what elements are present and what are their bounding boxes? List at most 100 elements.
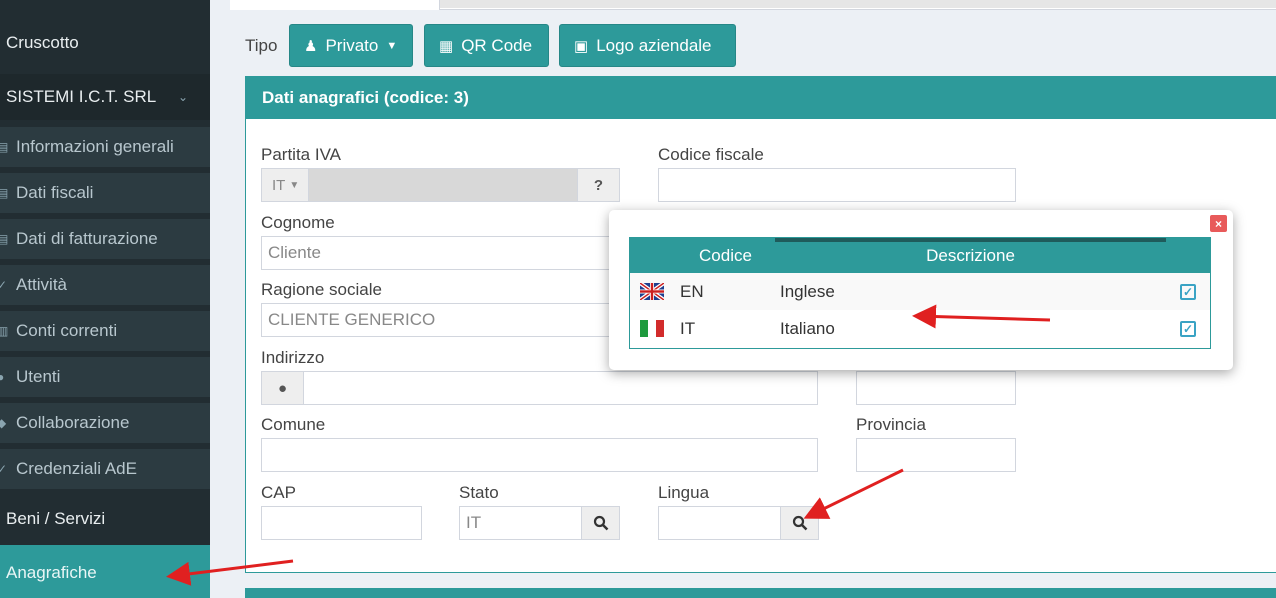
privato-dropdown-button[interactable]: ♟ Privato ▼ <box>289 24 413 67</box>
table-row[interactable]: IT Italiano ✓ <box>630 310 1210 347</box>
civico-input[interactable] <box>856 371 1016 405</box>
sidebar-item-users[interactable]: ● Utenti <box>0 357 210 397</box>
sidebar-item-registry[interactable]: Anagrafiche <box>0 545 210 598</box>
provincia-label: Provincia <box>856 415 926 434</box>
sidebar-item-dashboard[interactable]: Cruscotto <box>0 20 210 66</box>
lingua-search-button[interactable] <box>780 506 819 540</box>
help-button[interactable]: ? <box>577 168 620 202</box>
provincia-input[interactable] <box>856 438 1016 472</box>
qrcode-button-label: QR Code <box>461 35 533 55</box>
sidebar-item-collaboration[interactable]: ◆ Collaborazione <box>0 403 210 443</box>
help-icon: ? <box>593 176 604 194</box>
uk-flag-icon <box>640 273 664 310</box>
tab-bar <box>230 0 1276 10</box>
lingua-label: Lingua <box>658 483 710 502</box>
share-icon: ◆ <box>0 416 7 430</box>
sidebar-item-label: Credenziali AdE <box>16 459 137 478</box>
sidebar-item-label: Dati fiscali <box>16 183 94 202</box>
sidebar: Cruscotto SISTEMI I.C.T. SRL ⌄ ▤ Informaz… <box>0 0 210 598</box>
key-icon: ✓ <box>0 462 8 476</box>
language-table: Codice Descrizione EN Inglese ✓ IT Itali… <box>629 237 1211 349</box>
privato-button-label: Privato <box>325 35 379 55</box>
row-codice: EN <box>680 281 704 301</box>
comune-label: Comune <box>261 415 326 434</box>
sidebar-item-bank-accounts[interactable]: ▥ Conti correnti <box>0 311 210 351</box>
caret-down-icon: ▼ <box>289 179 300 191</box>
logo-button[interactable]: ▣ Logo aziendale <box>559 24 736 67</box>
sidebar-item-billing-data[interactable]: ▤ Dati di fatturazione <box>0 219 210 259</box>
bank-icon: ▥ <box>0 324 9 338</box>
sidebar-item-company[interactable]: SISTEMI I.C.T. SRL ⌄ <box>0 74 210 120</box>
stato-label: Stato <box>459 483 499 502</box>
sidebar-item-label: Beni / Servizi <box>6 509 106 528</box>
sidebar-item-label: Conti correnti <box>16 321 118 340</box>
table-header: Codice Descrizione <box>630 238 1210 273</box>
sidebar-item-label: Anagrafiche <box>6 563 97 582</box>
file-icon: ▤ <box>0 186 9 200</box>
qrcode-icon: ▦ <box>439 37 454 55</box>
stato-search-button[interactable] <box>581 506 620 540</box>
row-codice: IT <box>680 318 696 338</box>
file-icon: ▤ <box>0 232 9 246</box>
panel-title: Dati anagrafici (codice: 3) <box>246 77 1276 119</box>
sidebar-item-label: Dati di fatturazione <box>16 229 158 248</box>
chevron-down-icon: ⌄ <box>178 90 189 104</box>
file-icon: ▤ <box>0 140 9 154</box>
sidebar-item-label: Attività <box>16 275 68 294</box>
select-check-icon[interactable]: ✓ <box>1180 310 1196 347</box>
partita-iva-input[interactable] <box>308 168 578 202</box>
sidebar-item-label: Cruscotto <box>6 33 79 52</box>
column-header-descrizione[interactable]: Descrizione <box>775 238 1166 273</box>
lingua-input[interactable] <box>658 506 781 540</box>
sidebar-item-activities[interactable]: ✓ Attività <box>0 265 210 305</box>
map-marker-icon: ● <box>261 371 304 405</box>
cognome-label: Cognome <box>261 213 335 232</box>
country-prefix-value: IT <box>272 176 286 194</box>
close-icon[interactable]: × <box>1210 215 1227 232</box>
ragione-sociale-value: CLIENTE GENERICO <box>268 310 436 329</box>
image-icon: ▣ <box>574 37 589 55</box>
cap-input[interactable] <box>261 506 422 540</box>
sidebar-item-label: SISTEMI I.C.T. SRL <box>6 87 157 106</box>
row-descrizione: Italiano <box>780 318 835 338</box>
stato-input[interactable]: IT <box>459 506 582 540</box>
italy-flag-icon <box>640 310 664 347</box>
table-row[interactable]: EN Inglese ✓ <box>630 273 1210 310</box>
codice-fiscale-input[interactable] <box>658 168 1016 202</box>
indirizzo-label: Indirizzo <box>261 348 325 367</box>
ragione-sociale-input[interactable]: CLIENTE GENERICO <box>261 303 621 337</box>
check-icon: ✓ <box>0 278 8 292</box>
country-prefix-select[interactable]: IT ▼ <box>261 168 309 202</box>
search-icon <box>792 515 807 531</box>
sidebar-item-label: Collaborazione <box>16 413 130 432</box>
indirizzo-input[interactable] <box>303 371 818 405</box>
logo-button-label: Logo aziendale <box>596 35 712 55</box>
stato-value: IT <box>466 513 482 532</box>
next-panel-header <box>245 588 1276 598</box>
select-check-icon[interactable]: ✓ <box>1180 273 1196 310</box>
qrcode-button[interactable]: ▦ QR Code <box>424 24 549 67</box>
sidebar-item-label: Utenti <box>16 367 61 386</box>
user-icon: ♟ <box>304 37 318 55</box>
column-header-codice[interactable]: Codice <box>676 238 775 273</box>
partita-iva-label: Partita IVA <box>261 145 341 164</box>
caret-down-icon: ▼ <box>386 39 398 52</box>
ragione-sociale-label: Ragione sociale <box>261 280 382 299</box>
cognome-input[interactable]: Cliente <box>261 236 621 270</box>
tab-inactive[interactable] <box>440 0 1276 8</box>
tab-active[interactable] <box>230 0 440 10</box>
tipo-label: Tipo <box>245 36 278 55</box>
sidebar-item-fiscal-data[interactable]: ▤ Dati fiscali <box>0 173 210 213</box>
search-icon <box>593 515 608 531</box>
row-descrizione: Inglese <box>780 281 835 301</box>
cognome-value: Cliente <box>268 243 321 262</box>
sidebar-item-label: Informazioni generali <box>16 137 174 156</box>
language-modal: × Codice Descrizione EN Inglese ✓ IT Ita… <box>609 210 1233 370</box>
user-icon: ● <box>0 370 5 384</box>
cap-label: CAP <box>261 483 296 502</box>
sidebar-item-goods-services[interactable]: Beni / Servizi <box>0 496 210 542</box>
codice-fiscale-label: Codice fiscale <box>658 145 764 164</box>
sidebar-item-general-info[interactable]: ▤ Informazioni generali <box>0 127 210 167</box>
comune-input[interactable] <box>261 438 818 472</box>
sidebar-item-ade-credentials[interactable]: ✓ Credenziali AdE <box>0 449 210 489</box>
